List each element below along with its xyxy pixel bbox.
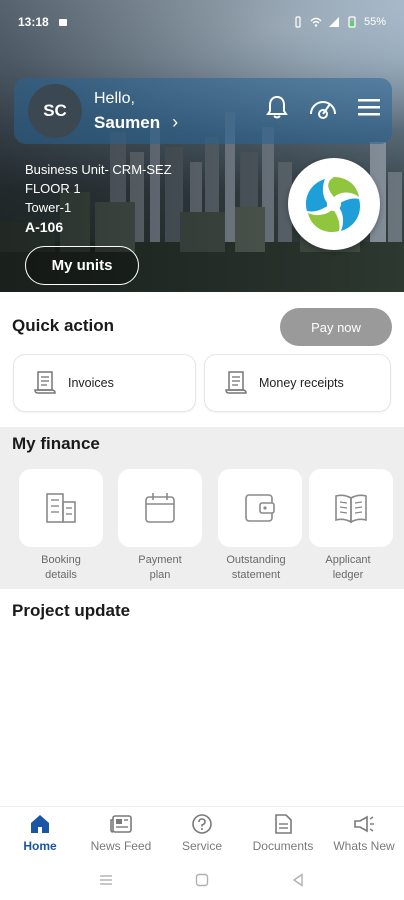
calendar-icon	[145, 493, 175, 523]
vibrate-icon	[295, 16, 301, 28]
menu-icon[interactable]	[354, 92, 384, 122]
my-units-button[interactable]: My units	[25, 246, 139, 285]
quick-action-title: Quick action	[12, 316, 115, 335]
nav-news-feed[interactable]: News Feed	[81, 812, 161, 853]
invoices-label: Invoices	[68, 376, 114, 390]
nav-news-feed-label: News Feed	[90, 839, 152, 853]
greeting: Hello,	[94, 90, 135, 107]
nav-home[interactable]: Home	[0, 812, 80, 853]
gauge-icon[interactable]	[308, 92, 338, 122]
book-icon	[335, 494, 367, 524]
unit-details: Business Unit- CRM-SEZ FLOOR 1 Tower-1	[25, 160, 172, 217]
back-icon[interactable]	[288, 872, 308, 888]
help-icon	[192, 814, 212, 834]
battery-icon	[348, 16, 356, 28]
recents-icon[interactable]	[96, 872, 116, 888]
money-receipts-button[interactable]: Money receipts	[204, 354, 391, 412]
megaphone-icon	[354, 815, 374, 833]
wifi-icon	[310, 17, 322, 27]
wallet-icon	[245, 494, 275, 522]
payment-plan-button[interactable]	[118, 469, 202, 547]
header-actions	[262, 92, 384, 122]
notification-icon	[58, 19, 67, 26]
applicant-ledger-button[interactable]	[309, 469, 393, 547]
company-logo	[288, 158, 380, 250]
nav-whats-new[interactable]: Whats New	[324, 812, 404, 853]
business-unit: Business Unit- CRM-SEZ	[25, 162, 172, 177]
booking-details-button[interactable]	[19, 469, 103, 547]
newspaper-icon	[110, 815, 132, 833]
unit-code: A-106	[25, 219, 64, 235]
nav-service[interactable]: Service	[162, 812, 242, 853]
user-name-link[interactable]: Saumen ›	[94, 112, 178, 133]
applicant-ledger-label: Applicant ledger	[325, 554, 371, 581]
floor: FLOOR 1	[25, 181, 81, 196]
status-time: 13:18	[18, 15, 49, 29]
home-icon	[31, 815, 49, 833]
pay-now-button[interactable]: Pay now	[280, 308, 392, 346]
outstanding-statement-button[interactable]	[218, 469, 302, 547]
money-receipts-label: Money receipts	[259, 376, 344, 390]
project-update-title: Project update	[12, 601, 131, 620]
document-icon	[275, 814, 292, 834]
nav-home-label: Home	[23, 839, 57, 853]
battery-level: 55%	[363, 16, 386, 28]
nav-service-label: Service	[181, 839, 222, 853]
payment-plan-label: Payment plan	[138, 554, 182, 581]
my-finance-title: My finance	[12, 434, 100, 453]
status-bar: 13:18 55%	[0, 0, 404, 44]
nav-whats-new-label: Whats New	[333, 839, 395, 853]
booking-details-label: Booking details	[41, 554, 81, 581]
building-icon	[46, 493, 76, 523]
invoices-button[interactable]: Invoices	[13, 354, 196, 412]
home-button-icon[interactable]	[192, 872, 212, 888]
receipt-icon	[225, 371, 247, 394]
signal-icon	[328, 17, 339, 27]
chevron-right-icon: ›	[172, 112, 179, 132]
avatar[interactable]: SC	[28, 84, 82, 138]
user-name: Saumen	[94, 112, 161, 132]
nav-documents[interactable]: Documents	[243, 812, 323, 853]
receipt-icon	[34, 371, 56, 394]
outstanding-statement-label: Outstanding statement	[226, 554, 286, 581]
bell-icon[interactable]	[262, 92, 292, 122]
logo-icon	[305, 177, 361, 233]
tower: Tower-1	[25, 200, 72, 215]
nav-documents-label: Documents	[252, 839, 314, 853]
